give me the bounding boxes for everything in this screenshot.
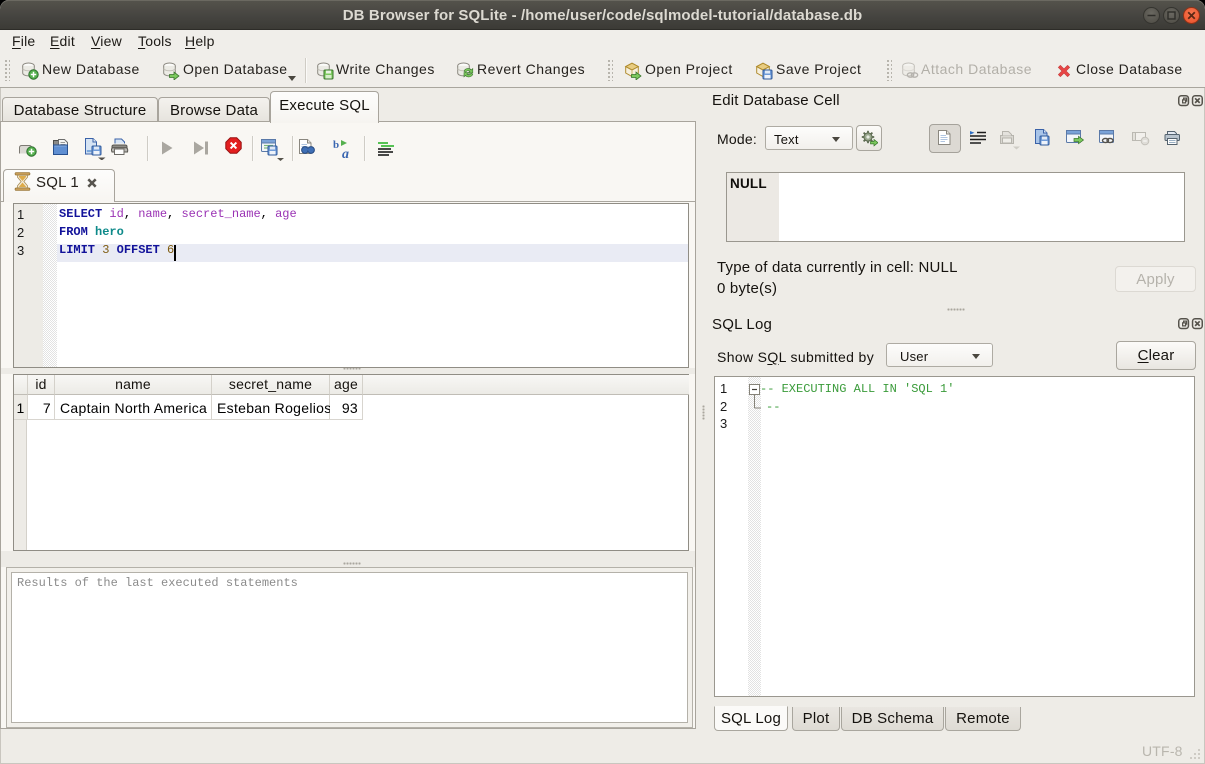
svg-text:a: a (342, 147, 349, 160)
svg-text:b: b (333, 139, 339, 151)
